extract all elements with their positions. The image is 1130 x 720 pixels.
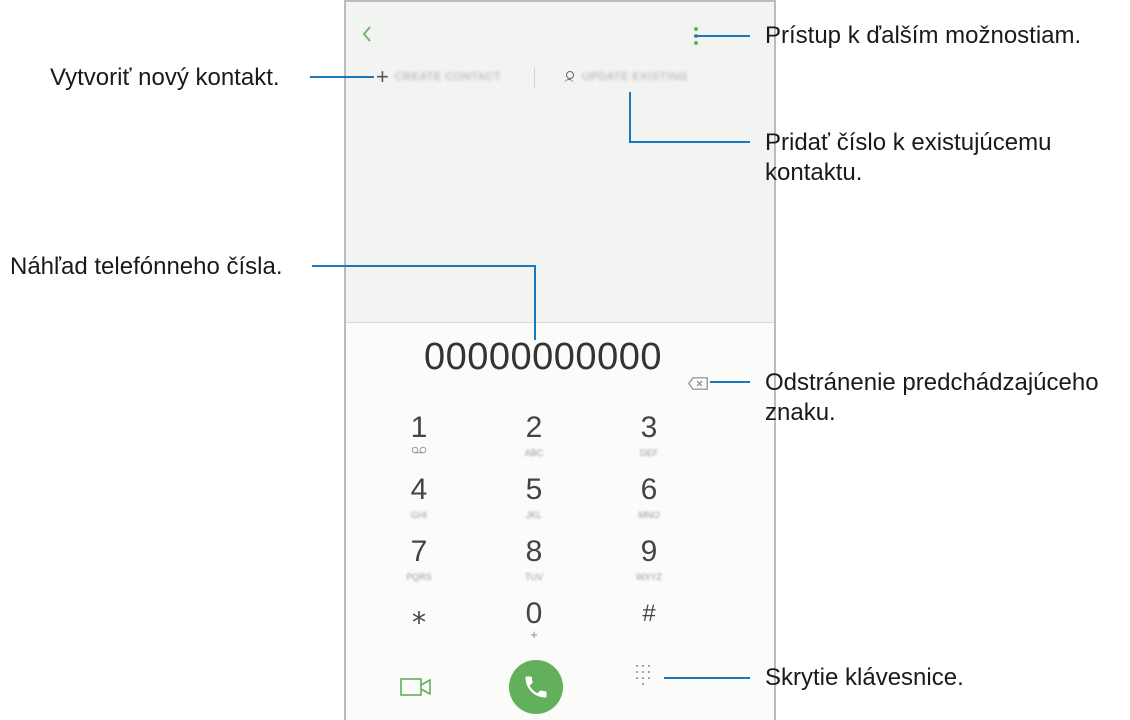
annotation-more-options: Prístup k ďalším možnostiam. [765,22,1082,49]
key-digit: 3 [640,411,658,444]
video-call-icon[interactable] [400,676,432,698]
key-letters: PQRS [406,572,432,582]
key-letters: + [530,627,538,642]
annotation-add-existing: Pridať číslo k existujúcemu kontaktu. [765,129,1052,186]
dialpad-icon[interactable] [636,665,660,693]
key-0[interactable]: 0 + [489,598,579,658]
leader-line-keypad [664,677,750,679]
phone-screen: + CREATE CONTACT UPDATE EXISTING 0000000… [344,0,776,720]
key-digit: ⁎ [412,598,426,629]
update-existing-label: UPDATE EXISTING [582,71,688,83]
key-letters: ABC [524,448,544,458]
key-4[interactable]: 4 GHI [374,474,464,534]
leader-line-existing-v [629,92,631,143]
leader-line-preview-v [534,265,536,340]
leader-line-more [694,35,750,37]
create-contact-label: CREATE CONTACT [394,71,502,83]
annotation-hide-keypad: Skrytie klávesnice. [765,664,964,691]
voicemail-icon [411,446,427,454]
create-contact-button[interactable]: + CREATE CONTACT [376,62,501,92]
key-digit: 6 [640,473,658,506]
call-button[interactable] [509,660,563,714]
phone-number-display[interactable]: 00000000000 [424,336,662,379]
key-digit: 4 [410,473,428,506]
key-digit: # [642,600,656,627]
key-letters: TUV [525,572,543,582]
action-divider [534,68,535,88]
key-7[interactable]: 7 PQRS [374,536,464,596]
key-digit: 2 [525,411,543,444]
key-5[interactable]: 5 JKL [489,474,579,534]
key-digit: 8 [525,535,543,568]
key-digit: 9 [640,535,658,568]
plus-icon: + [376,64,389,89]
key-digit: 7 [410,535,428,568]
results-area [346,2,774,322]
key-digit: 5 [525,473,543,506]
key-star[interactable]: ⁎ [374,598,464,658]
back-arrow-icon[interactable] [360,22,382,48]
key-6[interactable]: 6 MNO [604,474,694,534]
annotation-preview: Náhľad telefónneho čísla. [10,253,283,280]
leader-line-create [310,76,374,78]
key-digit: 0 [525,597,543,630]
person-icon [564,71,574,83]
key-digit: 1 [410,411,428,444]
key-3[interactable]: 3 DEF [604,412,694,472]
key-letters: GHI [410,510,427,520]
key-2[interactable]: 2 ABC [489,412,579,472]
key-letters: MNO [638,510,660,520]
key-letters: JKL [526,510,542,520]
key-hash[interactable]: # [604,598,694,658]
phone-call-icon [525,676,547,698]
backspace-icon[interactable] [688,377,708,390]
key-9[interactable]: 9 WXYZ [604,536,694,596]
update-existing-button[interactable]: UPDATE EXISTING [564,62,688,92]
action-row: + CREATE CONTACT UPDATE EXISTING [346,62,774,92]
leader-line-delete [710,381,750,383]
annotation-create-contact: Vytvoriť nový kontakt. [50,64,280,91]
leader-line-existing-h [629,141,750,143]
key-letters: DEF [640,448,658,458]
key-letters: WXYZ [636,572,662,582]
annotation-delete: Odstránenie predchádzajúceho znaku. [765,369,1099,426]
leader-line-preview-h [312,265,536,267]
key-8[interactable]: 8 TUV [489,536,579,596]
key-1[interactable]: 1 [374,412,464,472]
